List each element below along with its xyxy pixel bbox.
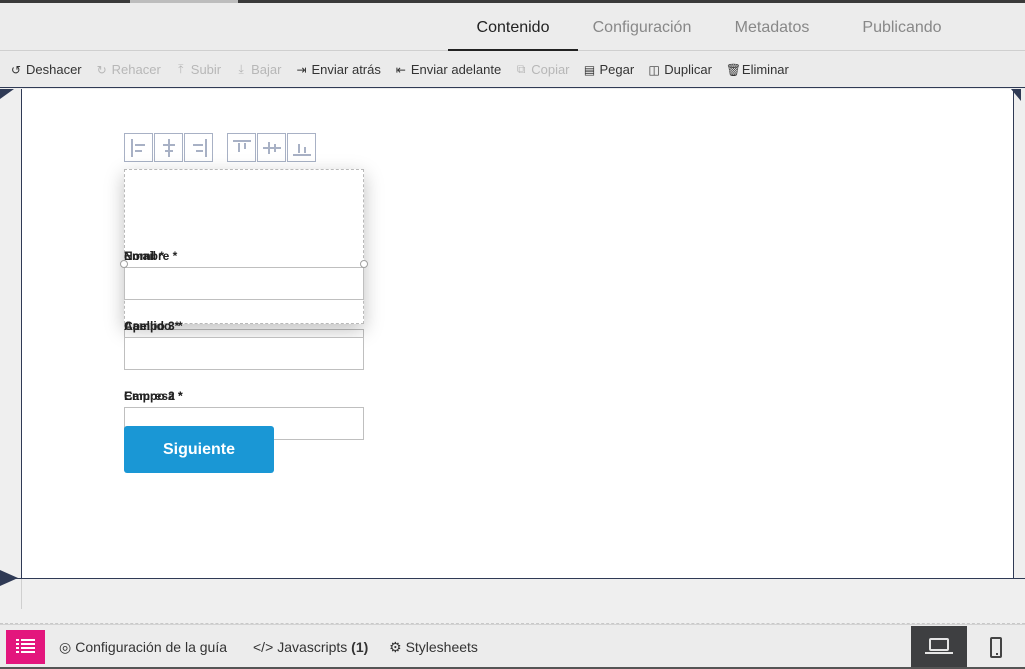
copy-button[interactable]: ⧉ Copiar <box>515 62 570 77</box>
paste-button[interactable]: ▤ Pegar <box>583 62 635 77</box>
horizontal-align-group <box>124 133 214 162</box>
arrow-up-icon: ⤒ <box>178 62 184 76</box>
send-forward-icon: ⇤ <box>395 62 406 77</box>
duplicate-icon: ◫ <box>648 62 660 77</box>
next-button[interactable]: Siguiente <box>124 426 274 473</box>
copy-label: Copiar <box>531 62 570 77</box>
move-up-button[interactable]: ⤒ Subir <box>175 62 221 77</box>
javascripts-count: (1) <box>351 639 369 655</box>
align-bottom-icon[interactable] <box>287 133 316 162</box>
selected-element-frame[interactable] <box>124 169 364 324</box>
guide-config-button[interactable]: ◎ Configuración de la guía <box>59 625 227 669</box>
field-label-campo2: Campo 2 * <box>124 389 183 403</box>
align-middle-icon[interactable] <box>257 133 286 162</box>
editor-canvas: Email * Nombre * Apellido * Campo 3 * Em… <box>0 89 1025 624</box>
laptop-icon <box>929 638 949 651</box>
tab-contenido[interactable]: Contenido <box>448 3 578 51</box>
delete-button[interactable]: 🗑 Eliminar <box>726 62 789 77</box>
field-label-campo3: Campo 3 * <box>124 319 183 333</box>
align-top-icon[interactable] <box>227 133 256 162</box>
delete-label: Eliminar <box>741 62 789 77</box>
redo-label: Rehacer <box>111 62 161 77</box>
resize-handle-left[interactable] <box>120 260 128 268</box>
bottom-bar: ◎ Configuración de la guía </> Javascripts… <box>0 624 1025 669</box>
trash-icon: 🗑 <box>725 62 742 77</box>
undo-button[interactable]: ↺ Deshacer <box>10 62 82 77</box>
tab-publicando[interactable]: Publicando <box>837 3 967 51</box>
stylesheets-button[interactable]: ⚙ Stylesheets <box>389 625 478 669</box>
duplicate-label: Duplicar <box>664 62 712 77</box>
align-left-icon[interactable] <box>124 133 153 162</box>
corner-marker-top-right <box>1011 89 1021 101</box>
mobile-view-button[interactable] <box>967 626 1025 669</box>
tab-bar: Contenido Configuración Metadatos Public… <box>0 3 1025 51</box>
send-forward-label: Enviar adelante <box>410 62 502 77</box>
edit-toolbar: ↺ Deshacer ↻ Rehacer ⤒ Subir ⤓ Bajar ⇥ E… <box>0 52 1025 88</box>
tab-configuracion[interactable]: Configuración <box>577 3 707 51</box>
tab-metadatos[interactable]: Metadatos <box>707 3 837 51</box>
redo-button[interactable]: ↻ Rehacer <box>96 62 161 77</box>
target-icon: ◎ <box>59 639 72 655</box>
code-icon: </> <box>253 639 274 655</box>
javascripts-label: Javascripts <box>277 639 348 655</box>
gears-icon: ⚙ <box>389 639 402 655</box>
move-down-label: Bajar <box>251 62 282 77</box>
send-back-label: Enviar atrás <box>311 62 381 77</box>
list-menu-button[interactable] <box>6 630 45 664</box>
paste-label: Pegar <box>599 62 635 77</box>
undo-label: Deshacer <box>26 62 82 77</box>
paste-icon: ▤ <box>583 62 596 77</box>
desktop-view-button[interactable] <box>911 626 967 669</box>
vertical-align-group <box>227 133 317 162</box>
field-label-nombre: Nombre * <box>124 249 178 263</box>
campo3-input[interactable] <box>124 337 364 370</box>
guide-config-label: Configuración de la guía <box>75 639 227 655</box>
list-icon <box>16 639 19 641</box>
move-down-button[interactable]: ⤓ Bajar <box>235 62 281 77</box>
undo-icon: ↺ <box>10 62 22 77</box>
stylesheets-label: Stylesheets <box>405 639 478 655</box>
copy-icon: ⧉ <box>516 62 526 76</box>
send-back-icon: ⇥ <box>296 62 307 77</box>
redo-icon: ↻ <box>96 62 107 77</box>
resize-handle-right[interactable] <box>360 260 368 268</box>
phone-icon <box>990 637 1002 658</box>
corner-marker-top-left <box>0 89 14 99</box>
page-extension-line <box>21 579 22 609</box>
align-right-icon[interactable] <box>184 133 213 162</box>
move-up-label: Subir <box>190 62 222 77</box>
send-back-button[interactable]: ⇥ Enviar atrás <box>296 62 381 77</box>
arrow-down-icon: ⤓ <box>238 62 244 76</box>
fold-marker-left[interactable] <box>0 570 18 586</box>
send-forward-button[interactable]: ⇤ Enviar adelante <box>395 62 501 77</box>
align-center-icon[interactable] <box>154 133 183 162</box>
page-fold-line <box>0 578 1025 579</box>
nombre-input[interactable] <box>124 267 364 300</box>
javascripts-button[interactable]: </> Javascripts (1) <box>253 625 368 669</box>
duplicate-button[interactable]: ◫ Duplicar <box>648 62 712 77</box>
